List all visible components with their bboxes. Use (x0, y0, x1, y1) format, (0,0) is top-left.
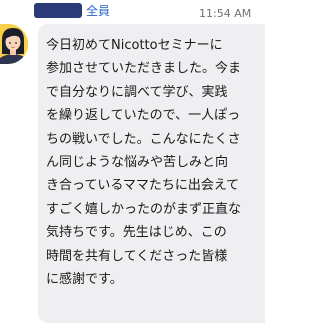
message-bubble: 今日初めてNicottoセミナーに 参加させていただきました。今ま で自分なりに… (38, 24, 265, 323)
woman-avatar-icon[interactable] (0, 24, 28, 64)
recipient-label: 全員 (86, 4, 111, 18)
chat-window: { "header": { "recipient": "全員", "timest… (0, 0, 265, 330)
sender-name-redacted (34, 3, 82, 18)
message-text: 今日初めてNicottoセミナーに 参加させていただきました。今ま で自分なりに… (46, 38, 242, 288)
message-timestamp: 11:54 AM (199, 7, 252, 20)
